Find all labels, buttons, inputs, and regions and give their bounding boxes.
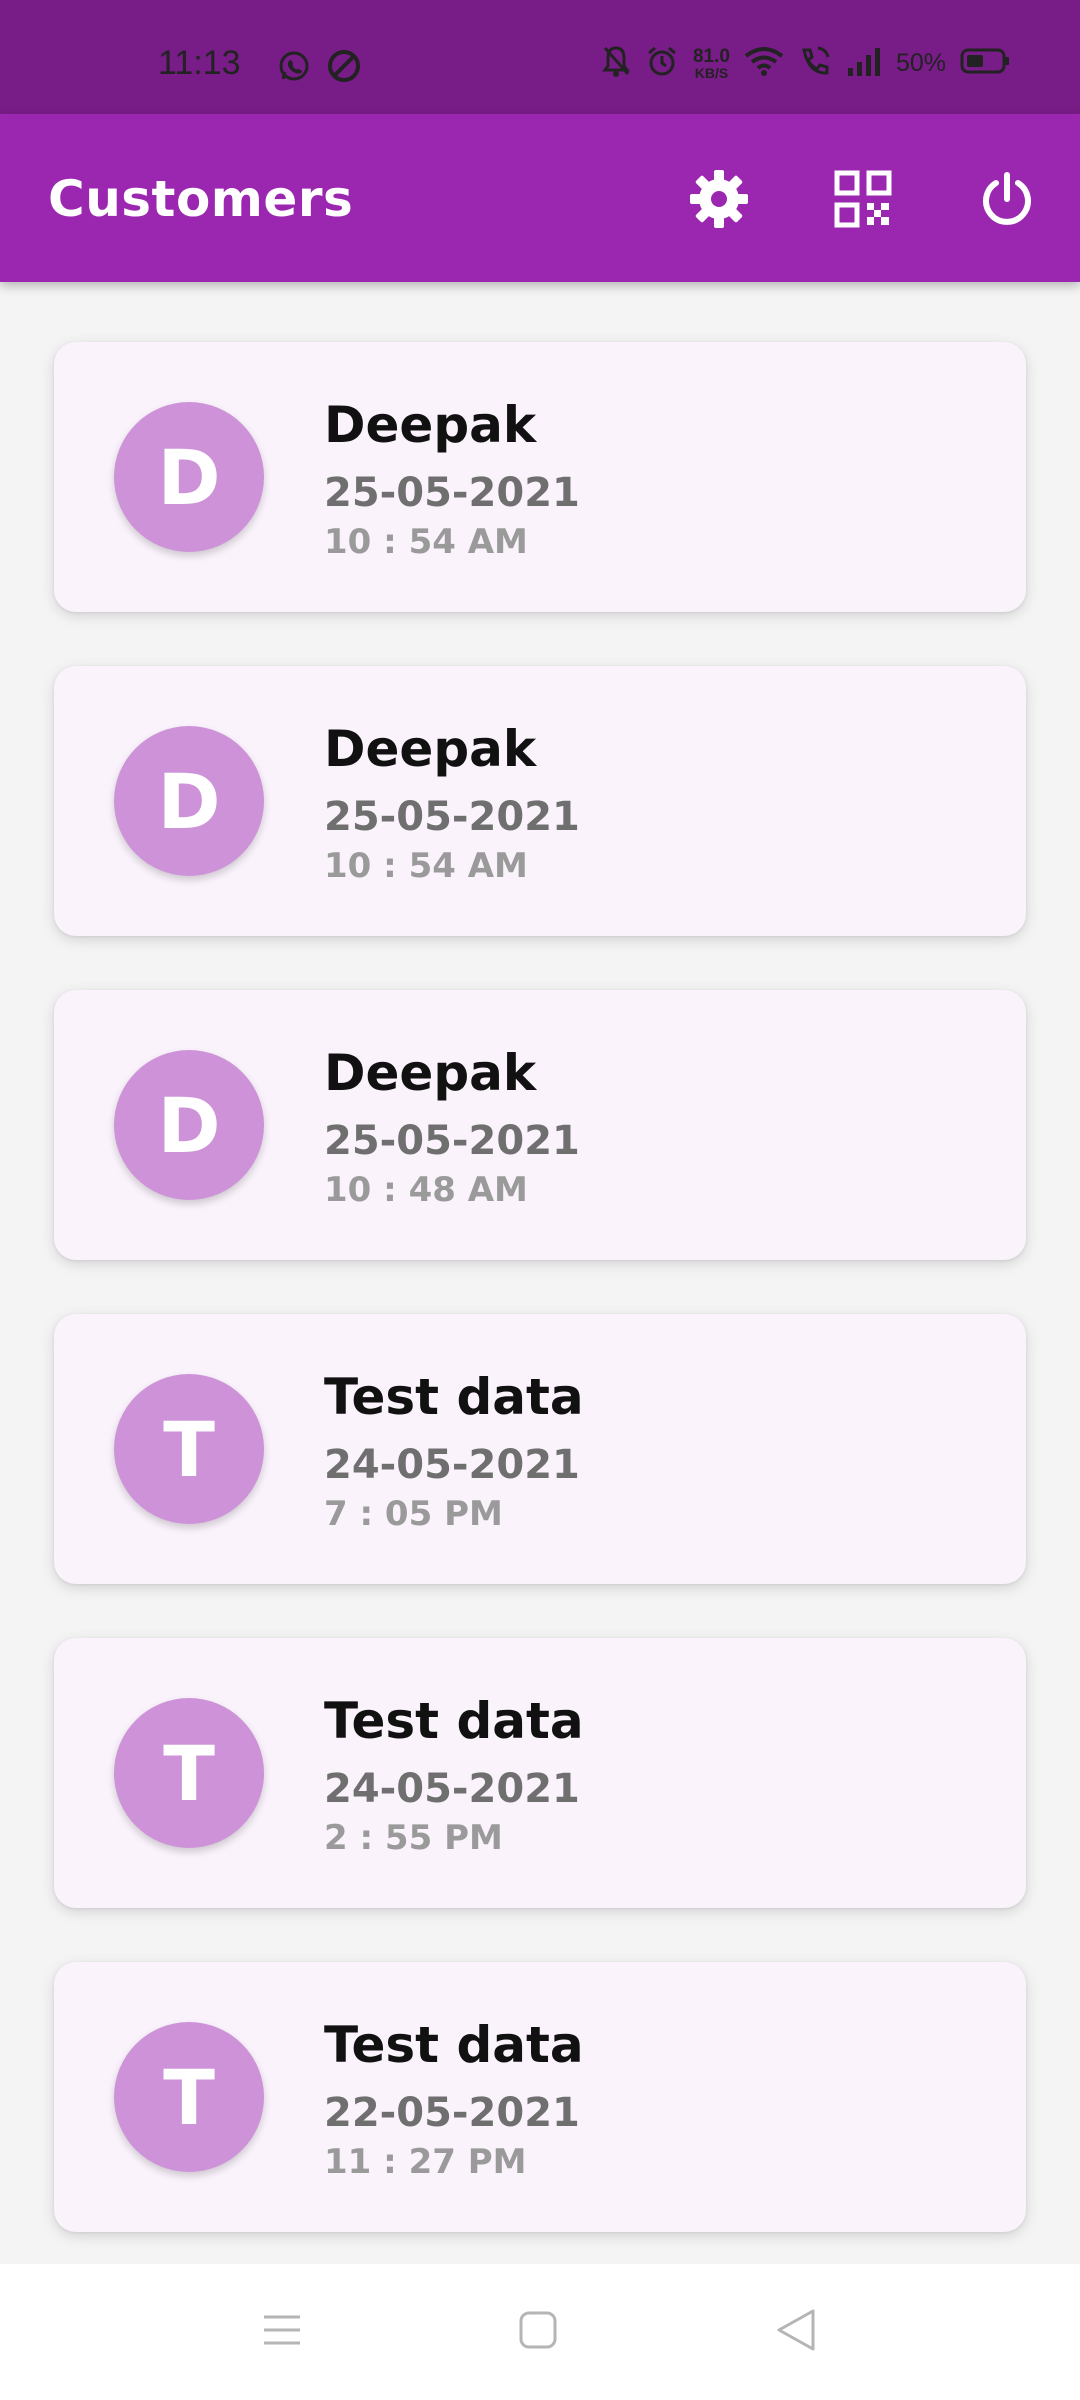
avatar: D	[114, 726, 264, 876]
app-bar: Customers	[0, 114, 1080, 282]
back-button[interactable]	[766, 2302, 826, 2362]
customer-date: 24-05-2021	[324, 1766, 580, 1812]
wifi-calling-icon	[798, 44, 832, 82]
customer-name: Test data	[324, 1368, 584, 1426]
avatar: T	[114, 1698, 264, 1848]
status-time: 11:13	[158, 44, 241, 82]
gear-icon	[687, 167, 751, 235]
customer-date: 25-05-2021	[324, 470, 580, 516]
customer-card[interactable]: T Test data 24-05-2021 7 : 05 PM	[54, 1314, 1026, 1584]
customer-card[interactable]: T Test data 22-05-2021 11 : 27 PM	[54, 1962, 1026, 2232]
customer-time: 7 : 05 PM	[324, 1494, 503, 1534]
customer-name: Deepak	[324, 396, 537, 454]
home-button[interactable]	[508, 2302, 568, 2362]
avatar: T	[114, 1374, 264, 1524]
customer-time: 11 : 27 PM	[324, 2142, 527, 2182]
qr-code-button[interactable]	[830, 168, 896, 234]
do-not-disturb-icon	[326, 48, 362, 88]
alarm-icon	[645, 44, 679, 82]
customer-name: Test data	[324, 2016, 584, 2074]
customer-name: Deepak	[324, 1044, 537, 1102]
logout-button[interactable]	[974, 168, 1040, 234]
whatsapp-icon	[276, 48, 312, 88]
customer-time: 10 : 54 AM	[324, 522, 528, 562]
customer-date: 24-05-2021	[324, 1442, 580, 1488]
customer-date: 25-05-2021	[324, 794, 580, 840]
recents-button[interactable]	[252, 2302, 312, 2362]
battery-icon	[960, 47, 1010, 79]
avatar: D	[114, 402, 264, 552]
customer-time: 10 : 48 AM	[324, 1170, 528, 1210]
status-bar: 11:13 81.0 KB/S 50%	[0, 0, 1080, 114]
customer-card[interactable]: D Deepak 25-05-2021 10 : 54 AM	[54, 666, 1026, 936]
avatar: T	[114, 2022, 264, 2172]
customer-list[interactable]: D Deepak 25-05-2021 10 : 54 AM D Deepak …	[0, 282, 1080, 2264]
battery-percent: 50%	[895, 48, 946, 77]
customer-time: 2 : 55 PM	[324, 1818, 503, 1858]
settings-button[interactable]	[686, 168, 752, 234]
power-icon	[977, 169, 1037, 233]
customer-card[interactable]: D Deepak 25-05-2021 10 : 54 AM	[54, 342, 1026, 612]
avatar: D	[114, 1050, 264, 1200]
menu-icon	[262, 2312, 302, 2352]
qr-code-icon	[833, 169, 893, 233]
page-title: Customers	[48, 170, 354, 228]
home-square-icon	[518, 2310, 558, 2354]
network-speed: 81.0 KB/S	[692, 45, 730, 81]
customer-card[interactable]: T Test data 24-05-2021 2 : 55 PM	[54, 1638, 1026, 1908]
customer-date: 22-05-2021	[324, 2090, 580, 2136]
customer-date: 25-05-2021	[324, 1118, 580, 1164]
signal-icon	[846, 46, 882, 80]
system-navigation-bar	[0, 2264, 1080, 2400]
wifi-icon	[744, 45, 784, 81]
back-triangle-icon	[775, 2308, 817, 2356]
customer-name: Test data	[324, 1692, 584, 1750]
customer-name: Deepak	[324, 720, 537, 778]
customer-card[interactable]: D Deepak 25-05-2021 10 : 48 AM	[54, 990, 1026, 1260]
bell-muted-icon	[601, 44, 631, 82]
customer-time: 10 : 54 AM	[324, 846, 528, 886]
